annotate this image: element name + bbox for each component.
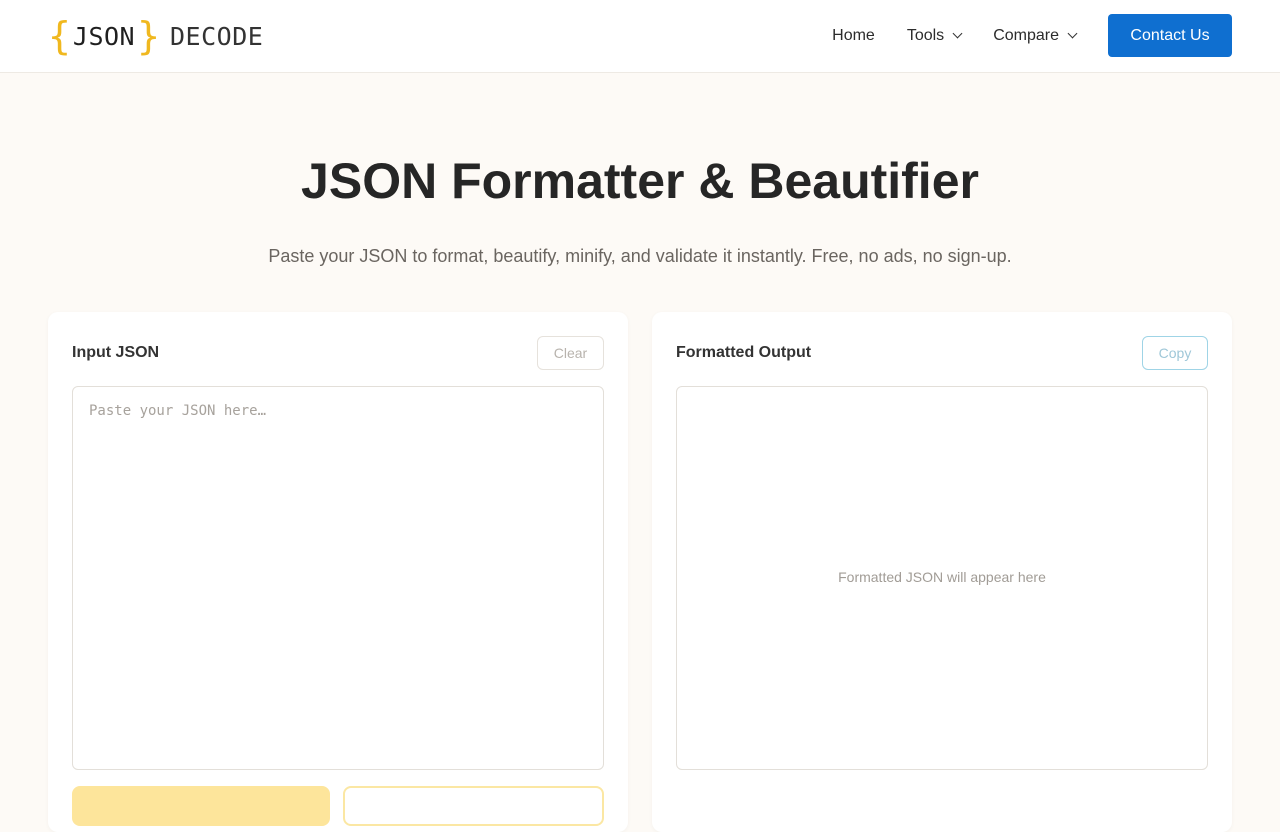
format-button[interactable] bbox=[72, 786, 330, 826]
nav-home[interactable]: Home bbox=[832, 27, 875, 45]
input-panel-title: Input JSON bbox=[72, 344, 160, 361]
nav-compare-label: Compare bbox=[993, 26, 1059, 44]
logo-brace-open: { bbox=[48, 14, 71, 58]
output-placeholder: Formatted JSON will appear here bbox=[838, 569, 1046, 585]
copy-button[interactable]: Copy bbox=[1142, 336, 1208, 370]
logo-brace-close: } bbox=[137, 14, 160, 58]
nav-tools[interactable]: Tools bbox=[906, 26, 963, 45]
nav-tools-label: Tools bbox=[906, 26, 945, 44]
minify-button[interactable] bbox=[343, 786, 604, 826]
output-panel-title: Formatted Output bbox=[676, 344, 812, 361]
logo[interactable]: { JSON } DECODE bbox=[48, 16, 263, 56]
clear-button[interactable]: Clear bbox=[537, 336, 604, 370]
nav-home-label: Home bbox=[832, 26, 875, 44]
json-input[interactable] bbox=[72, 386, 604, 770]
nav-compare[interactable]: Compare bbox=[993, 26, 1078, 45]
page-subtitle: Paste your JSON to format, beautify, min… bbox=[268, 246, 1012, 266]
logo-word-decode: DECODE bbox=[170, 21, 264, 51]
contact-us-button[interactable]: Contact Us bbox=[1108, 14, 1232, 57]
json-output[interactable]: Formatted JSON will appear here bbox=[676, 386, 1208, 770]
logo-word-json: JSON bbox=[72, 21, 136, 51]
main-nav: Home Tools Compare Contact Us bbox=[832, 14, 1232, 57]
page-title: JSON Formatter & Beautifier bbox=[301, 153, 979, 209]
input-panel: Input JSON Clear bbox=[48, 312, 628, 832]
chevron-down-icon bbox=[1067, 28, 1078, 39]
site-header: { JSON } DECODE Home Tools Compare Conta… bbox=[0, 0, 1280, 73]
chevron-down-icon bbox=[952, 28, 963, 39]
output-panel: Formatted Output Copy Formatted JSON wil… bbox=[652, 312, 1232, 832]
